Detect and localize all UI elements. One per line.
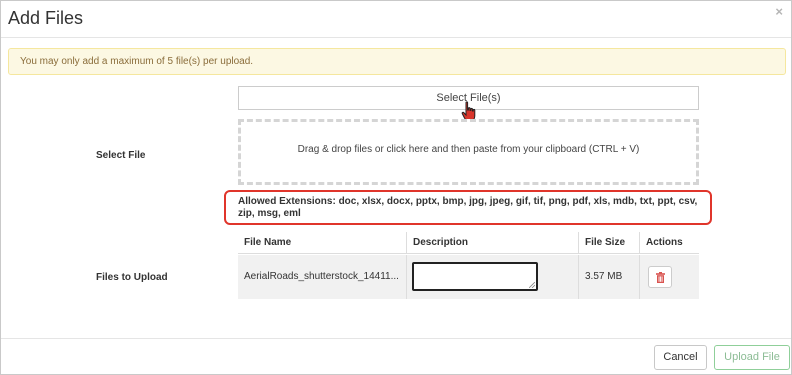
file-size-cell: 3.57 MB [578,255,639,299]
upload-limit-warning: You may only add a maximum of 5 file(s) … [8,48,786,75]
dialog-title: Add Files [8,8,84,28]
file-name-cell: AerialRoads_shutterstock_14411... [244,271,399,282]
close-icon[interactable]: × [775,4,783,19]
column-header-file-name: File Name [244,237,292,248]
dialog-header: Add Files × [1,1,791,38]
resize-handle-icon[interactable] [529,282,535,288]
drag-drop-zone[interactable]: Drag & drop files or click here and then… [238,119,699,185]
allowed-extensions-text: Allowed Extensions: doc, xlsx, docx, ppt… [238,196,698,219]
trash-icon [656,272,665,283]
column-header-actions: Actions [639,232,699,254]
upload-file-button[interactable]: Upload File [714,345,790,370]
column-header-description: Description [406,232,578,254]
add-files-dialog: Add Files × You may only add a maximum o… [0,0,792,375]
table-row: AerialRoads_shutterstock_14411... 3.57 M… [238,255,699,299]
files-table-header: File Name Description File Size Actions [238,232,699,254]
select-file-label: Select File [96,150,146,161]
files-to-upload-label: Files to Upload [96,272,168,283]
description-input[interactable] [412,262,538,291]
cancel-button[interactable]: Cancel [654,345,707,370]
column-header-file-size: File Size [578,232,639,254]
delete-file-button[interactable] [648,266,672,288]
